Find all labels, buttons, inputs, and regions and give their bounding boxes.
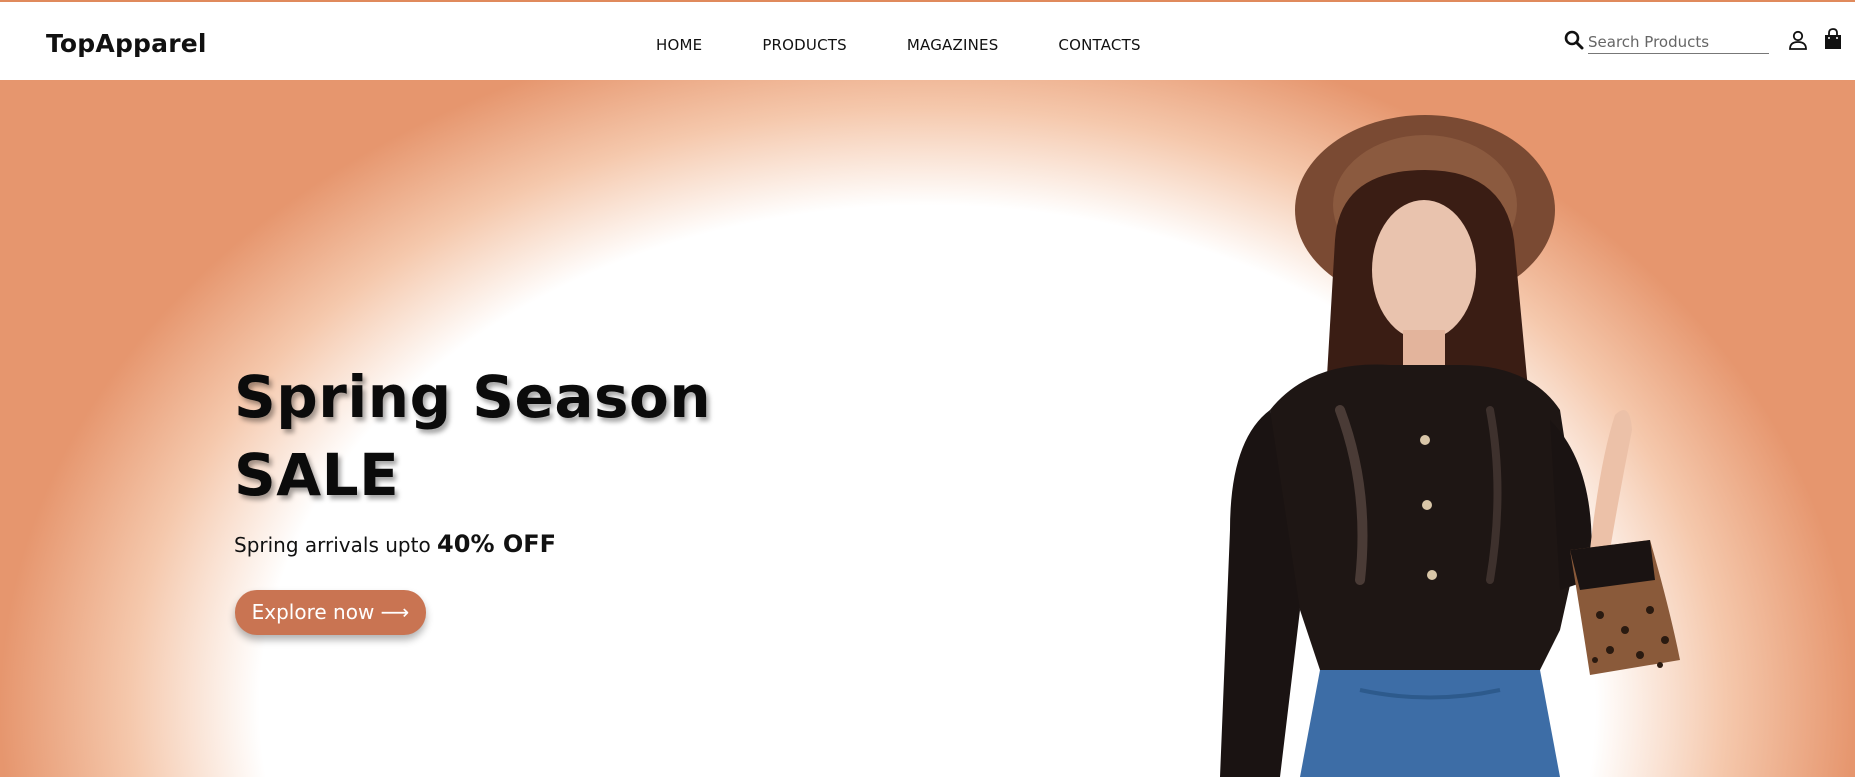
model-image: [1220, 115, 1680, 777]
nav-contacts[interactable]: CONTACTS: [1058, 36, 1140, 54]
search-icon[interactable]: [1564, 30, 1584, 50]
hero-banner: Spring Season SALE Spring arrivals upto …: [0, 80, 1855, 777]
discount-highlight: 40% OFF: [437, 530, 557, 558]
site-header: TopApparel HOME PRODUCTS MAGAZINES CONTA…: [0, 2, 1855, 80]
search-box: [1564, 28, 1770, 54]
hero-subtitle: Spring arrivals upto 40% OFF: [234, 530, 556, 558]
hero-title-line1: Spring Season: [234, 363, 712, 431]
search-input[interactable]: [1588, 30, 1769, 54]
nav-magazines[interactable]: MAGAZINES: [907, 36, 999, 54]
explore-now-button[interactable]: Explore now ⟶: [235, 590, 426, 635]
nav-products[interactable]: PRODUCTS: [762, 36, 847, 54]
user-icon[interactable]: [1788, 30, 1808, 50]
main-nav: HOME PRODUCTS MAGAZINES CONTACTS: [656, 36, 1201, 54]
shopping-bag-icon[interactable]: [1823, 28, 1843, 50]
nav-home[interactable]: HOME: [656, 36, 702, 54]
hero-title: Spring Season SALE: [234, 358, 711, 514]
brand-logo[interactable]: TopApparel: [46, 29, 207, 58]
hero-subtitle-text: Spring arrivals upto: [234, 533, 431, 557]
hero-title-line2: SALE: [234, 441, 400, 509]
